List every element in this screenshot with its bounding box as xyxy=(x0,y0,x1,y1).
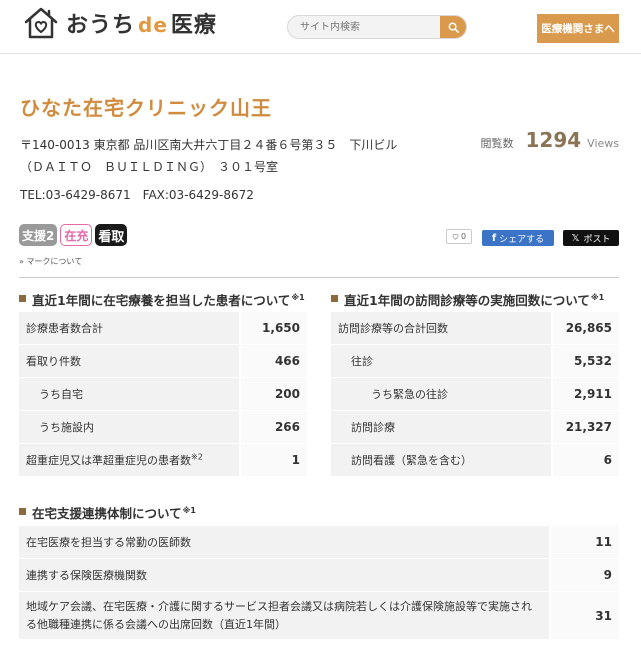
support-table: 在宅医療を担当する常勤の医師数 11 連携する保険医療機関数 9 地域ケア会議、… xyxy=(19,526,619,640)
badge-zaiju: 在充 xyxy=(60,224,93,246)
section-divider xyxy=(19,277,619,278)
table-row: うち施設内 266 xyxy=(19,411,307,444)
table-row: うち自宅 200 xyxy=(19,378,307,411)
view-counter: 閲覧数 1294 Views xyxy=(480,128,619,152)
search-box xyxy=(287,15,467,39)
table-row: 往診 5,532 xyxy=(331,345,619,378)
visits-table: 訪問診療等の合計回数 26,865 往診 5,532 うち緊急の往診 2,911… xyxy=(331,312,619,477)
table-row: 看取り件数 466 xyxy=(19,345,307,378)
table-row: 超重症児又は準超重症児の患者数※2 1 xyxy=(19,444,307,477)
x-post-label: ポスト xyxy=(583,234,611,245)
table-row: うち緊急の往診 2,911 xyxy=(331,378,619,411)
table-row: 訪問診療 21,327 xyxy=(331,411,619,444)
views-count: 1294 xyxy=(525,128,582,152)
square-bullet-icon xyxy=(19,295,26,302)
table-row: 地域ケア会議、在宅医療・介護に関するサービス担者会議又は病院若しくは介護保険施設… xyxy=(19,592,619,640)
site-logo[interactable]: おうち de 医療 xyxy=(22,4,217,42)
search-icon xyxy=(448,22,459,33)
search-input[interactable] xyxy=(288,16,442,38)
medical-institution-button[interactable]: 医療機関さまへ xyxy=(537,14,619,43)
section-title-support: 在宅支援連携体制について※1 xyxy=(19,503,196,522)
views-unit: Views xyxy=(587,137,619,150)
section-title-patients: 直近1年間に在宅療養を担当した患者について※1 xyxy=(19,290,305,309)
logo-text: おうち de 医療 xyxy=(66,13,217,38)
badge-shien2: 支援2 xyxy=(19,224,58,246)
badge-mitori: 看取 xyxy=(95,224,128,246)
clinic-name: ひなた在宅クリニック山王 xyxy=(20,96,272,120)
heart-icon xyxy=(452,233,459,240)
like-button[interactable]: 0 xyxy=(446,229,472,244)
table-row: 連携する保険医療機関数 9 xyxy=(19,559,619,592)
house-heart-icon xyxy=(24,7,58,39)
facebook-share-label: シェアする xyxy=(499,234,545,245)
clinic-phone: TEL:03-6429-8671 FAX:03-6429-8672 xyxy=(20,188,254,202)
badge-group: 支援2 在充 看取 xyxy=(19,224,128,246)
search-button[interactable] xyxy=(440,16,466,38)
like-count: 0 xyxy=(460,232,467,241)
x-icon: 𝕏 xyxy=(571,232,580,244)
table-row: 診療患者数合計 1,650 xyxy=(19,312,307,345)
mark-info-link[interactable]: » マークについて xyxy=(19,256,82,267)
address-line-2: （ＤＡＩＴＯ ＢＵＩＬＤＩＮＧ） ３０１号室 xyxy=(20,160,279,174)
views-label: 閲覧数 xyxy=(480,137,514,150)
facebook-share-button[interactable]: f シェアする xyxy=(482,230,554,246)
address-line-1: 〒140-0013 東京都 品川区南大井六丁目２４番６号第３５ 下川ビル xyxy=(20,138,398,152)
facebook-icon: f xyxy=(491,232,497,244)
clinic-address: 〒140-0013 東京都 品川区南大井六丁目２４番６号第３５ 下川ビル （ＤＡ… xyxy=(20,134,440,178)
patients-table: 診療患者数合計 1,650 看取り件数 466 うち自宅 200 うち施設内 2… xyxy=(19,312,307,477)
table-row: 訪問看護（緊急を含む） 6 xyxy=(331,444,619,477)
table-row: 訪問診療等の合計回数 26,865 xyxy=(331,312,619,345)
site-header: おうちde医療 医療機関さまへ xyxy=(0,0,641,54)
x-post-button[interactable]: 𝕏 ポスト xyxy=(563,230,619,246)
square-bullet-icon xyxy=(331,295,338,302)
section-title-visits: 直近1年間の訪問診療等の実施回数について※1 xyxy=(331,290,604,309)
table-row: 在宅医療を担当する常勤の医師数 11 xyxy=(19,526,619,559)
square-bullet-icon xyxy=(19,508,26,515)
